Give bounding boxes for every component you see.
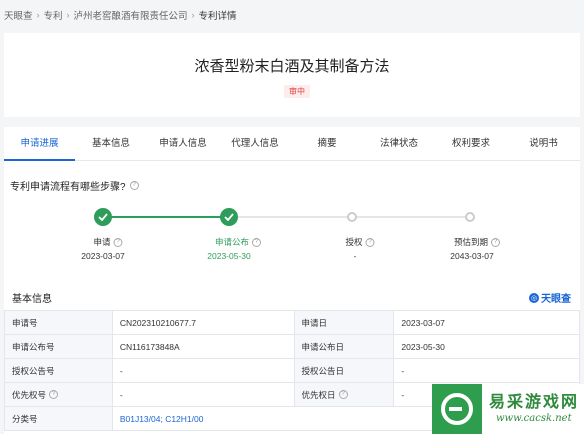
help-icon[interactable]: ? [252, 237, 262, 247]
field-label: 申请号 [4, 310, 113, 335]
tianyancha-logo-icon: ◎ [529, 292, 539, 303]
section-title: 基本信息 [12, 294, 52, 305]
help-icon[interactable]: ? [491, 237, 501, 247]
field-value: - [393, 358, 580, 383]
help-icon[interactable]: ? [113, 237, 123, 247]
field-label: 申请公布日 [293, 334, 395, 359]
step-label-grant: 授权 ? [345, 236, 375, 248]
progress-line-done [103, 216, 229, 218]
field-label: 授权公告日 [293, 358, 395, 383]
tab-progress[interactable]: 申请进展 [4, 127, 75, 161]
field-label: 分类号 [4, 406, 113, 431]
tab-basic-info[interactable]: 基本信息 [75, 127, 147, 161]
watermark-logo-icon [432, 384, 482, 434]
help-icon[interactable]: ? [129, 181, 139, 190]
field-value: CN202310210677.7 [111, 310, 295, 335]
help-icon[interactable]: ? [49, 390, 59, 399]
field-label-text: 优先权号 [12, 389, 47, 400]
help-icon[interactable]: ? [365, 237, 375, 247]
field-value: - [111, 382, 295, 407]
step-date-expire: 2043-03-07 [450, 251, 494, 261]
tab-legal-status[interactable]: 法律状态 [363, 127, 435, 161]
field-label: 申请日 [293, 310, 395, 335]
field-value: - [111, 358, 295, 383]
step-label-apply: 申请 ? [93, 236, 123, 248]
chevron-right-icon: › [191, 10, 195, 20]
patent-header: 浓香型粉末白酒及其制备方法 审中 [4, 33, 580, 117]
step-label-publish: 申请公布 ? [214, 236, 262, 248]
step-label-text: 预估到期 [453, 237, 489, 247]
progress-question-text: 专利申请流程有哪些步骤? [10, 182, 126, 193]
chevron-right-icon: › [36, 10, 40, 20]
step-label-expire: 预估到期 ? [453, 236, 501, 248]
watermark-text: 易采游戏网 [489, 392, 580, 411]
step-label-text: 申请公布 [214, 237, 250, 247]
table-row: 申请公布号 CN116173848A 申请公布日 2023-05-30 [4, 334, 580, 359]
tab-description[interactable]: 说明书 [507, 127, 580, 161]
brand-name: 天眼查 [541, 294, 571, 305]
step-label-text: 授权 [345, 237, 363, 247]
tab-agent[interactable]: 代理人信息 [219, 127, 291, 161]
table-row: 授权公告号 - 授权公告日 - [4, 358, 580, 383]
field-value: 2023-03-07 [393, 310, 580, 335]
status-badge: 审中 [284, 85, 310, 98]
step-pending-icon [465, 212, 475, 222]
field-label-text: 优先权日 [301, 389, 336, 400]
field-label-priority: 优先权号? [4, 382, 113, 407]
table-row: 申请号 CN202310210677.7 申请日 2023-03-07 [4, 310, 580, 335]
field-label: 申请公布号 [4, 334, 113, 359]
step-done-icon [220, 208, 238, 226]
tab-applicant[interactable]: 申请人信息 [147, 127, 219, 161]
progress-question: 专利申请流程有哪些步骤? ? [10, 178, 139, 193]
step-date-apply: 2023-03-07 [81, 251, 125, 261]
field-label-priority-date: 优先权日? [293, 382, 395, 407]
step-done-icon [94, 208, 112, 226]
step-date-grant: - [353, 251, 357, 261]
step-date-publish: 2023-05-30 [207, 251, 251, 261]
breadcrumb-home[interactable]: 天眼查 [4, 8, 33, 22]
step-label-text: 申请 [93, 237, 111, 247]
chevron-right-icon: › [66, 10, 70, 20]
breadcrumb-current: 专利详情 [198, 11, 237, 22]
field-value: CN116173848A [111, 334, 295, 359]
breadcrumb-patent[interactable]: 专利 [44, 8, 63, 22]
tab-claims[interactable]: 权利要求 [435, 127, 507, 161]
step-pending-icon [347, 212, 357, 222]
watermark: 易采游戏网 www.cacsk.net [432, 384, 584, 434]
watermark-url: www.cacsk.net [496, 413, 572, 424]
field-value: 2023-05-30 [393, 334, 580, 359]
tab-abstract[interactable]: 摘要 [291, 127, 363, 161]
page-title: 浓香型粉末白酒及其制备方法 [194, 58, 390, 75]
help-icon[interactable]: ? [338, 390, 348, 399]
tab-bar: 申请进展 基本信息 申请人信息 代理人信息 摘要 法律状态 权利要求 说明书 [4, 127, 580, 161]
brand-logo: ◎ 天眼查 [529, 290, 571, 305]
breadcrumb-company[interactable]: 泸州老窖酿酒有限责任公司 [74, 8, 188, 22]
field-label: 授权公告号 [4, 358, 113, 383]
breadcrumb: 天眼查 › 专利 › 泸州老窖酿酒有限责任公司 › 专利详情 [4, 8, 237, 22]
